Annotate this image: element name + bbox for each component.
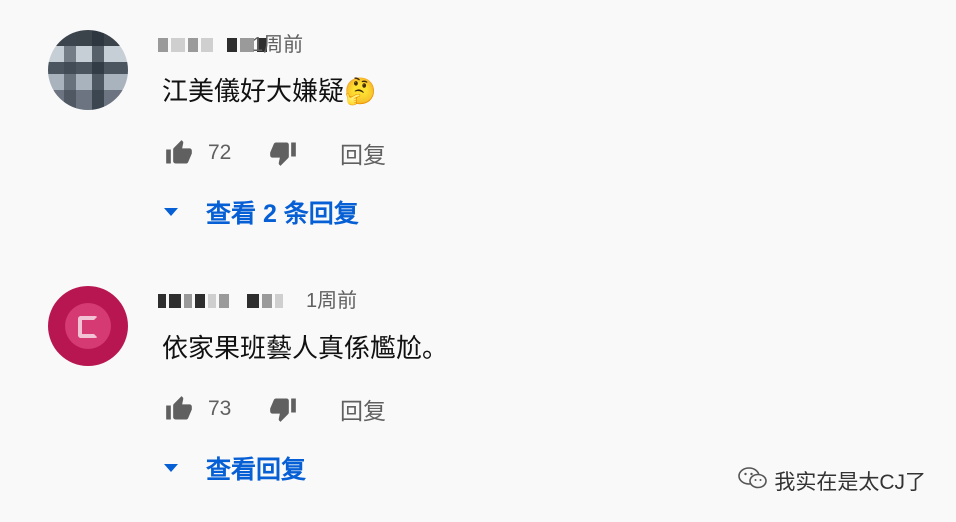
reply-button[interactable]: 回复 (340, 136, 386, 170)
thumbs-up-icon[interactable] (162, 138, 196, 168)
view-replies-label: 查看回复 (206, 456, 307, 484)
avatar[interactable] (48, 30, 128, 110)
comment-text: 依家果班藝人真係尷尬。 (162, 333, 449, 363)
view-replies-button[interactable]: 查看 2 条回复 (162, 194, 359, 230)
comment-text: 江美儀好大嫌疑🤔 (162, 76, 377, 106)
comment-timestamp[interactable]: 1周前 (306, 289, 357, 313)
view-replies-button[interactable]: 查看回复 (162, 450, 306, 486)
comment-actions: 73 回复 (162, 394, 386, 424)
wechat-icon (738, 466, 768, 496)
author-name-pixelated[interactable] (158, 34, 267, 56)
thumbs-down-icon[interactable] (266, 394, 300, 424)
comment-actions: 72 回复 (162, 138, 386, 168)
comment-timestamp[interactable]: 1周前 (252, 33, 303, 57)
watermark: 我实在是太CJ了 (738, 466, 926, 496)
thumbs-up-icon[interactable] (162, 394, 196, 424)
like-count: 73 (208, 397, 232, 420)
caret-down-icon (164, 464, 178, 472)
caret-down-icon (164, 208, 178, 216)
like-count: 72 (208, 141, 232, 164)
avatar[interactable] (48, 286, 128, 366)
reply-button[interactable]: 回复 (340, 392, 386, 426)
watermark-text: 我实在是太CJ了 (774, 471, 926, 494)
view-replies-label: 查看 2 条回复 (206, 200, 359, 228)
thumbs-down-icon[interactable] (266, 138, 300, 168)
avatar-letter (78, 316, 98, 338)
author-name-pixelated[interactable] (158, 290, 283, 312)
